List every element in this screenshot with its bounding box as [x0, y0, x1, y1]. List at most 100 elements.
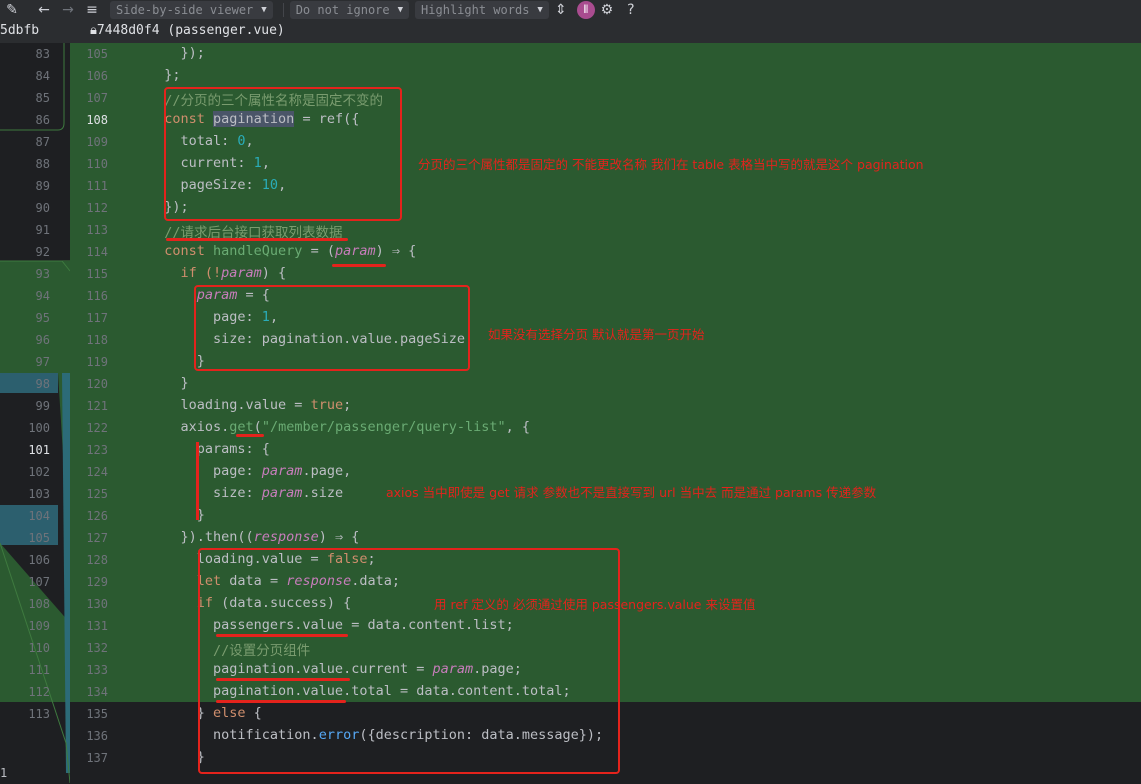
- left-line-number: 113: [28, 707, 50, 721]
- code-text: ) ⇒ {: [318, 529, 360, 545]
- left-line-number: 86: [35, 113, 50, 127]
- parameter: param: [261, 485, 303, 501]
- code-text: });: [148, 45, 205, 61]
- annotation-bar-params: [196, 442, 199, 520]
- annotation-box-response: [198, 548, 620, 774]
- code-text: = (: [302, 243, 335, 259]
- code-line: loading.value = true;: [148, 397, 352, 413]
- right-line-number: 114: [86, 245, 108, 259]
- annotation-underline-pagination-total: [216, 700, 346, 703]
- right-line-number: 129: [86, 575, 108, 589]
- code-text: size:: [148, 485, 262, 501]
- code-line: };: [148, 67, 181, 83]
- left-line-number: 90: [35, 201, 50, 215]
- right-line-number: 122: [86, 421, 108, 435]
- annotation-underline-passengers: [216, 634, 348, 637]
- left-line-number: 98: [35, 377, 50, 391]
- right-line-number: 126: [86, 509, 108, 523]
- left-line-number: 110: [28, 641, 50, 655]
- left-line-number: 84: [35, 69, 50, 83]
- code-text: }: [148, 375, 189, 391]
- right-line-number: 117: [86, 311, 108, 325]
- sync-scroll-icon[interactable]: ⫴: [576, 1, 595, 19]
- left-line-number: 105: [28, 531, 50, 545]
- code-text: page:: [148, 463, 262, 479]
- function-name: handleQuery: [213, 243, 303, 259]
- whitespace-label: Do not ignore: [295, 3, 390, 17]
- left-line-number: 107: [28, 575, 50, 589]
- method-name: get: [229, 419, 254, 435]
- right-line-number: 124: [86, 465, 108, 479]
- code-line: page: param.page,: [148, 463, 351, 479]
- annotation-pagination-note: 分页的三个属性都是固定的 不能更改名称 我们在 table 表格当中写的就是这个…: [418, 157, 924, 172]
- left-line-number: 108: [28, 597, 50, 611]
- collapse-unchanged-icon[interactable]: ⇕: [549, 0, 573, 20]
- right-line-number: 109: [86, 135, 108, 149]
- left-line-number: 112: [28, 685, 50, 699]
- viewer-mode-dropdown[interactable]: Side-by-side viewer ▼: [110, 1, 273, 19]
- back-arrow-icon[interactable]: ←: [32, 0, 56, 20]
- left-line-number: 93: [35, 267, 50, 281]
- keyword: if (!: [148, 265, 222, 281]
- code-text: , {: [505, 419, 531, 435]
- right-line-number: 127: [86, 531, 108, 545]
- right-line-number: 105: [86, 47, 108, 61]
- right-line-number: 113: [86, 223, 108, 237]
- code-line: if (!param) {: [148, 265, 287, 281]
- highlight-dropdown[interactable]: Highlight words ▼: [415, 1, 549, 19]
- forward-arrow-icon[interactable]: →: [56, 0, 80, 20]
- right-line-number: 106: [86, 69, 108, 83]
- list-menu-icon[interactable]: ≡: [80, 0, 104, 20]
- left-line-number: 89: [35, 179, 50, 193]
- code-line: axios.get("/member/passenger/query-list"…: [148, 419, 531, 435]
- left-line-number: 99: [35, 399, 50, 413]
- chevron-down-icon: ▼: [537, 5, 543, 15]
- right-line-number: 108: [86, 113, 108, 127]
- parameter: param: [261, 463, 303, 479]
- right-line-number: 133: [86, 663, 108, 677]
- left-line-number: 92: [35, 245, 50, 259]
- right-line-number: 121: [86, 399, 108, 413]
- parameter: param: [221, 265, 262, 281]
- keyword: const: [148, 243, 214, 259]
- code-text: };: [148, 67, 181, 83]
- annotation-underline-pagination-current: [216, 678, 350, 681]
- left-line-number: 87: [35, 135, 50, 149]
- highlight-label: Highlight words: [421, 3, 530, 17]
- help-icon[interactable]: ?: [619, 0, 643, 20]
- parameter: response: [253, 529, 319, 545]
- right-line-number: 128: [86, 553, 108, 567]
- annotation-axios-params-note: axios 当中即使是 get 请求 参数也不是直接写到 url 当中去 而是通…: [386, 485, 877, 500]
- gear-icon[interactable]: ⚙: [595, 0, 619, 20]
- right-line-number: 135: [86, 707, 108, 721]
- bottom-left-counter: 1: [0, 766, 8, 780]
- edit-icon[interactable]: ✎: [0, 0, 24, 20]
- right-line-number: 131: [86, 619, 108, 633]
- code-text: params: {: [148, 441, 270, 457]
- parameter: param: [334, 243, 376, 259]
- right-line-number: 132: [86, 641, 108, 655]
- left-line-number: 97: [35, 355, 50, 369]
- code-text: axios.: [148, 419, 230, 435]
- left-line-number: 101: [28, 443, 50, 457]
- code-text: .page,: [302, 463, 352, 479]
- code-line: }: [148, 749, 205, 765]
- left-line-number: 85: [35, 91, 50, 105]
- right-file-label: 🔒︎7448d0f4 (passenger.vue): [90, 23, 285, 38]
- left-line-number: 100: [28, 421, 50, 435]
- left-line-number: 95: [35, 311, 50, 325]
- chevron-down-icon: ▼: [397, 5, 404, 15]
- annotation-underline-comment: [166, 238, 348, 241]
- toolbar-divider: [282, 3, 284, 17]
- whitespace-dropdown[interactable]: Do not ignore ▼: [289, 1, 410, 19]
- code-line: }: [148, 375, 189, 391]
- string-literal: "/member/passenger/query-list": [261, 419, 506, 435]
- annotation-box-default-param: [194, 285, 470, 371]
- left-line-number: 109: [28, 619, 50, 633]
- annotation-box-pagination: [164, 87, 402, 221]
- left-line-number: 102: [28, 465, 50, 479]
- left-line-number: 88: [35, 157, 50, 171]
